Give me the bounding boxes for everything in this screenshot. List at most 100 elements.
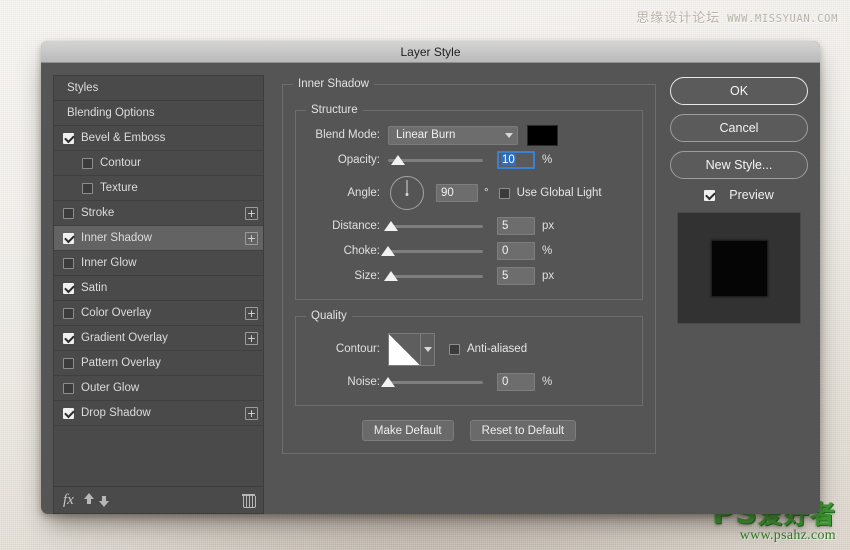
choke-unit: %	[542, 245, 552, 257]
sidebar-item-bevel-emboss[interactable]: Bevel & Emboss	[54, 126, 263, 151]
choke-slider-thumb[interactable]	[381, 246, 395, 256]
size-slider[interactable]	[388, 269, 483, 283]
choke-input[interactable]: 0	[497, 242, 535, 260]
angle-input[interactable]: 90	[436, 184, 478, 202]
choke-slider[interactable]	[388, 244, 483, 258]
add-effect-instance-button[interactable]: +	[245, 207, 258, 220]
fx-icon[interactable]: fx	[63, 492, 74, 509]
effect-enable-checkbox[interactable]	[63, 358, 74, 369]
chevron-down-icon	[505, 133, 513, 138]
angle-dial-hub	[406, 193, 409, 196]
structure-group: Structure Blend Mode: Linear Burn Opacit…	[295, 110, 643, 300]
distance-slider-thumb[interactable]	[384, 221, 398, 231]
opacity-slider[interactable]	[388, 153, 483, 167]
sidebar-item-label: Texture	[100, 182, 258, 194]
distance-slider[interactable]	[388, 219, 483, 233]
sidebar-item-label: Satin	[81, 282, 258, 294]
sidebar-item-texture[interactable]: Texture	[54, 176, 263, 201]
contour-dropdown[interactable]	[421, 333, 435, 366]
add-effect-instance-button[interactable]: +	[245, 332, 258, 345]
sidebar-item-label: Bevel & Emboss	[81, 132, 258, 144]
effects-list-empty-space	[54, 426, 263, 486]
choke-row: Choke: 0 %	[306, 239, 632, 263]
noise-input[interactable]: 0	[497, 373, 535, 391]
effect-enable-checkbox[interactable]	[63, 408, 74, 419]
opacity-value: 10	[501, 154, 516, 166]
sidebar-item-drop-shadow[interactable]: Drop Shadow+	[54, 401, 263, 426]
size-input[interactable]: 5	[497, 267, 535, 285]
quality-legend: Quality	[306, 310, 352, 322]
sidebar-item-outer-glow[interactable]: Outer Glow	[54, 376, 263, 401]
choke-slider-track	[388, 250, 483, 253]
new-style-button[interactable]: New Style...	[670, 151, 808, 179]
watermark-top: 思缘设计论坛 WWW.MISSYUAN.COM	[636, 7, 838, 26]
sidebar-item-pattern-overlay[interactable]: Pattern Overlay	[54, 351, 263, 376]
angle-value: 90	[441, 187, 454, 199]
action-column: OK Cancel New Style... Preview	[670, 75, 808, 514]
noise-slider[interactable]	[388, 375, 483, 389]
noise-slider-track	[388, 381, 483, 384]
size-value: 5	[502, 270, 508, 282]
effects-list[interactable]: StylesBlending Options Bevel & Emboss Cont…	[53, 75, 264, 486]
add-effect-instance-button[interactable]: +	[245, 307, 258, 320]
ok-button[interactable]: OK	[670, 77, 808, 105]
sidebar-item-label: Outer Glow	[81, 382, 258, 394]
effect-enable-checkbox[interactable]	[63, 333, 74, 344]
sidebar-item-inner-glow[interactable]: Inner Glow	[54, 251, 263, 276]
noise-label: Noise:	[306, 376, 388, 388]
reset-to-default-button[interactable]: Reset to Default	[470, 420, 576, 441]
effect-enable-checkbox[interactable]	[63, 308, 74, 319]
effect-enable-checkbox[interactable]	[63, 233, 74, 244]
effect-enable-checkbox[interactable]	[63, 133, 74, 144]
blend-mode-select[interactable]: Linear Burn	[388, 126, 518, 145]
make-default-button[interactable]: Make Default	[362, 420, 454, 441]
sidebar-item-color-overlay[interactable]: Color Overlay+	[54, 301, 263, 326]
structure-legend: Structure	[306, 104, 363, 116]
size-slider-thumb[interactable]	[384, 271, 398, 281]
size-label: Size:	[306, 270, 388, 282]
use-global-light-checkbox[interactable]	[499, 188, 510, 199]
dialog-titlebar[interactable]: Layer Style	[41, 41, 820, 63]
watermark-top-url: WWW.MISSYUAN.COM	[727, 13, 838, 25]
noise-value: 0	[502, 376, 508, 388]
dialog-body: StylesBlending Options Bevel & Emboss Cont…	[41, 63, 820, 514]
contour-preview[interactable]	[388, 333, 421, 366]
effect-enable-checkbox[interactable]	[63, 208, 74, 219]
effect-enable-checkbox[interactable]	[63, 383, 74, 394]
trash-icon[interactable]	[243, 494, 254, 507]
anti-aliased-checkbox[interactable]	[449, 344, 460, 355]
opacity-row: Opacity: 10 %	[306, 148, 632, 172]
size-row: Size: 5 px	[306, 264, 632, 288]
angle-label: Angle:	[306, 187, 388, 199]
preview-toggle-row[interactable]: Preview	[670, 188, 808, 202]
sidebar-item-label: Stroke	[81, 207, 245, 219]
sidebar-item-satin[interactable]: Satin	[54, 276, 263, 301]
add-effect-instance-button[interactable]: +	[245, 407, 258, 420]
quality-group: Quality Contour: Anti-aliased No	[295, 316, 643, 406]
opacity-unit: %	[542, 154, 552, 166]
use-global-light-row[interactable]: Use Global Light	[499, 187, 602, 199]
sidebar-item-blending-options[interactable]: Blending Options	[54, 101, 263, 126]
anti-aliased-label: Anti-aliased	[467, 343, 527, 355]
sidebar-item-gradient-overlay[interactable]: Gradient Overlay+	[54, 326, 263, 351]
choke-label: Choke:	[306, 245, 388, 257]
cancel-button[interactable]: Cancel	[670, 114, 808, 142]
opacity-slider-thumb[interactable]	[391, 155, 405, 165]
add-effect-instance-button[interactable]: +	[245, 232, 258, 245]
anti-aliased-row[interactable]: Anti-aliased	[449, 343, 527, 355]
effect-enable-checkbox[interactable]	[82, 183, 93, 194]
opacity-input[interactable]: 10	[497, 151, 535, 169]
noise-slider-thumb[interactable]	[381, 377, 395, 387]
effect-enable-checkbox[interactable]	[63, 283, 74, 294]
angle-dial[interactable]	[390, 176, 424, 210]
sidebar-item-styles[interactable]: Styles	[54, 76, 263, 101]
effect-enable-checkbox[interactable]	[82, 158, 93, 169]
distance-label: Distance:	[306, 220, 388, 232]
effect-enable-checkbox[interactable]	[63, 258, 74, 269]
sidebar-item-stroke[interactable]: Stroke+	[54, 201, 263, 226]
sidebar-item-inner-shadow[interactable]: Inner Shadow+	[54, 226, 263, 251]
sidebar-item-contour[interactable]: Contour	[54, 151, 263, 176]
distance-input[interactable]: 5	[497, 217, 535, 235]
shadow-color-swatch[interactable]	[527, 125, 558, 146]
preview-checkbox[interactable]	[704, 190, 715, 201]
